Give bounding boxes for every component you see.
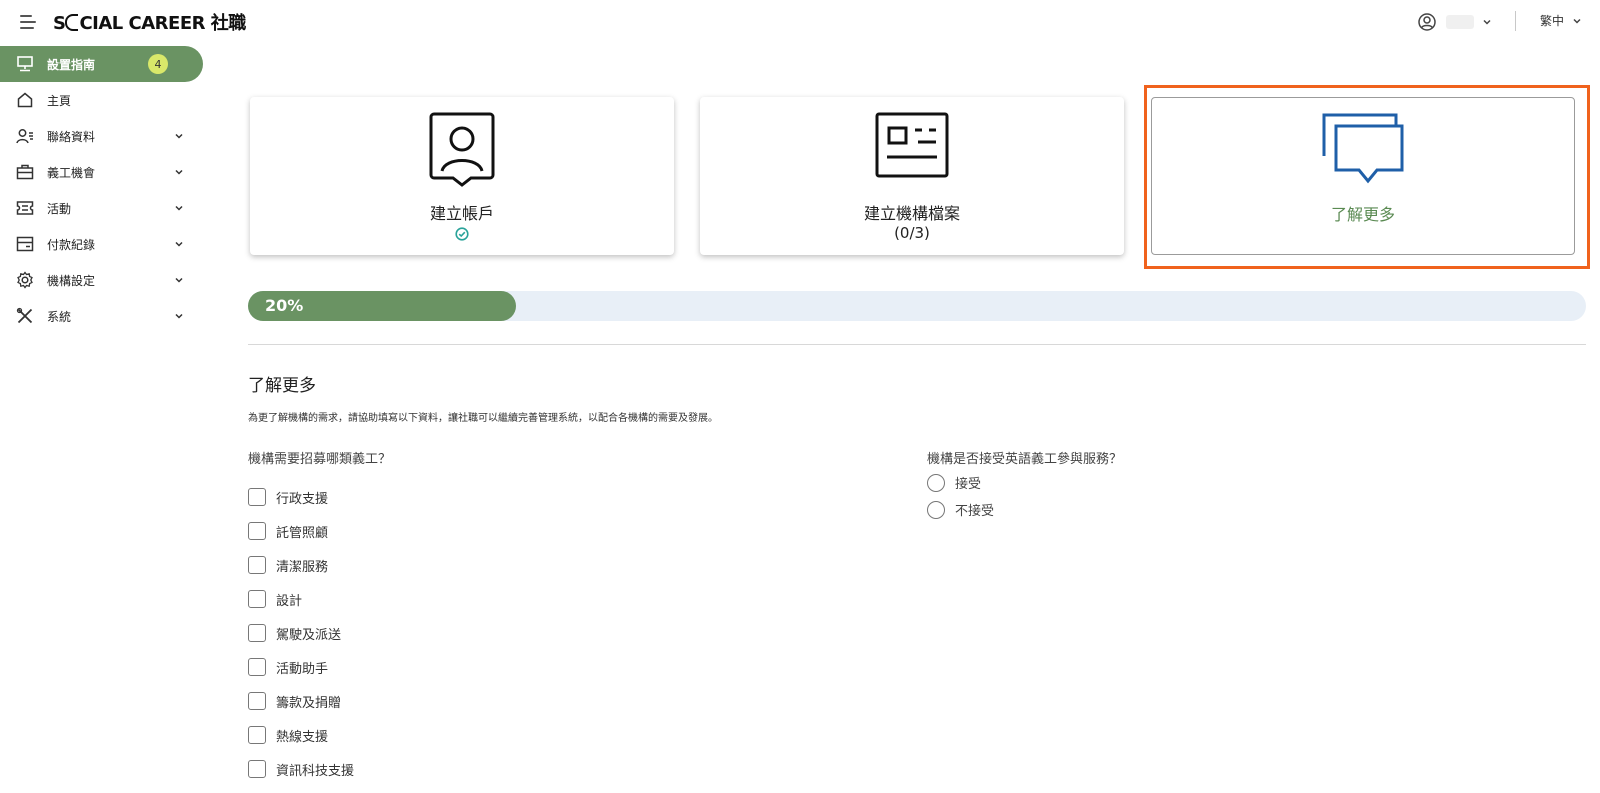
chat-icon <box>1322 113 1404 184</box>
sidebar-item-label: 活動 <box>47 201 72 216</box>
card-progress-count: (0/3) <box>894 224 930 242</box>
divider <box>248 344 1586 345</box>
checkbox-option[interactable]: 巿場推廣 <box>248 786 354 793</box>
question-volunteer-types: 機構需要招募哪類義工？ <box>248 452 392 467</box>
checkbox-label: 籌款及捐贈 <box>276 695 342 711</box>
header-divider <box>1515 11 1516 31</box>
profile-card-icon <box>875 112 949 178</box>
checkbox[interactable] <box>248 726 266 744</box>
briefcase-icon <box>16 163 34 181</box>
checkbox-label: 託管照顧 <box>276 525 329 541</box>
checkbox[interactable] <box>248 692 266 710</box>
contacts-icon <box>16 127 34 145</box>
gear-icon <box>16 271 34 289</box>
checkbox-option[interactable]: 清潔服務 <box>248 548 354 582</box>
setup-progress-bar: 20% <box>248 291 1586 321</box>
ticket-icon <box>16 199 34 217</box>
logo[interactable]: S CIAL CAREER 社職 <box>53 9 246 35</box>
radio-label: 不接受 <box>955 504 995 519</box>
sidebar-item-label: 機構設定 <box>47 273 96 288</box>
checkbox[interactable] <box>248 760 266 778</box>
account-icon <box>429 112 495 187</box>
radio-label: 接受 <box>955 477 982 492</box>
checkbox-option[interactable]: 設計 <box>248 582 354 616</box>
radio-option[interactable]: 接受 <box>927 469 994 496</box>
checkbox-option[interactable]: 熱線支援 <box>248 718 354 752</box>
user-menu[interactable] <box>1418 10 1492 34</box>
checkbox-label: 駕駛及派送 <box>276 627 342 643</box>
checkbox-option[interactable]: 託管照顧 <box>248 514 354 548</box>
sidebar-item-label: 付款紀錄 <box>47 237 96 252</box>
sidebar-item-home[interactable]: 主頁 <box>0 82 205 118</box>
chevron-down-icon <box>175 277 183 283</box>
checkbox[interactable] <box>248 488 266 506</box>
sidebar-item-label: 聯絡資料 <box>47 129 96 144</box>
sidebar-item-label: 義工機會 <box>47 165 96 180</box>
checkbox[interactable] <box>248 556 266 574</box>
sidebar-item-label: 主頁 <box>47 93 72 108</box>
sidebar-item-org-settings[interactable]: 機構設定 <box>0 262 205 298</box>
chevron-down-icon <box>1573 18 1581 24</box>
sidebar-item-system[interactable]: 系統 <box>0 298 205 334</box>
card-label: 了解更多 <box>1330 205 1395 224</box>
chevron-down-icon <box>1483 19 1491 25</box>
sidebar-item-contacts[interactable]: 聯絡資料 <box>0 118 205 154</box>
sidebar-item-label: 系統 <box>47 309 72 324</box>
user-avatar-icon <box>1418 13 1436 31</box>
chevron-down-icon <box>175 169 183 175</box>
section-description: 為更了解機構的需求，請協助填寫以下資料，讓社職可以繼續完善管理系統，以配合各機構… <box>248 413 718 424</box>
card-label: 建立機構檔案 <box>863 204 960 223</box>
checkbox-option[interactable]: 資訊科技支援 <box>248 752 354 786</box>
sidebar-item-events[interactable]: 活動 <box>0 190 205 226</box>
sidebar-item-volunteer-opportunities[interactable]: 義工機會 <box>0 154 205 190</box>
chevron-down-icon <box>175 205 183 211</box>
checkbox-option[interactable]: 籌款及捐贈 <box>248 684 354 718</box>
checkbox-option[interactable]: 駕駛及派送 <box>248 616 354 650</box>
volunteer-type-checkbox-list: 行政支援託管照顧清潔服務設計駕駛及派送活動助手籌款及捐贈熱線支援資訊科技支援巿場… <box>248 480 354 793</box>
progress-fill: 20% <box>248 291 516 321</box>
language-label: 繁中 <box>1540 14 1565 28</box>
checkbox-label: 熱線支援 <box>276 729 329 745</box>
checkbox-label: 活動助手 <box>276 661 329 677</box>
sidebar-item-setup-guide[interactable]: 設置指南 4 <box>0 46 203 82</box>
chevron-down-icon <box>175 133 183 139</box>
english-volunteer-radio-group: 接受 不接受 <box>927 469 994 523</box>
count-badge: 4 <box>148 54 168 74</box>
menu-icon[interactable] <box>18 12 38 32</box>
sidebar-item-payments[interactable]: 付款紀錄 <box>0 226 205 262</box>
checkbox[interactable] <box>248 658 266 676</box>
language-selector[interactable]: 繁中 <box>1540 12 1582 29</box>
checkbox[interactable] <box>248 624 266 642</box>
home-icon <box>16 91 34 109</box>
checkbox-option[interactable]: 活動助手 <box>248 650 354 684</box>
radio-option[interactable]: 不接受 <box>927 496 994 523</box>
radio-button[interactable] <box>927 500 945 519</box>
checkbox-label: 設計 <box>276 593 303 609</box>
card-label: 建立帳戶 <box>429 204 494 223</box>
sidebar: 設置指南 4 主頁 聯絡資料 義工機會 活動 付款紀錄 機構設定 系統 <box>0 46 205 334</box>
chevron-down-icon <box>175 241 183 247</box>
step-card-learn-more[interactable]: 了解更多 <box>1151 97 1575 255</box>
checkbox-option[interactable]: 行政支援 <box>248 480 354 514</box>
chevron-down-icon <box>175 313 183 319</box>
section-title: 了解更多 <box>248 376 316 396</box>
check-circle-icon <box>455 227 469 241</box>
logo-o-mark <box>65 14 79 31</box>
progress-label: 20% <box>265 296 304 315</box>
username-redacted <box>1446 15 1474 29</box>
checkbox-label: 清潔服務 <box>276 559 329 575</box>
monitor-icon <box>16 55 34 73</box>
checkbox-label: 行政支援 <box>276 491 329 507</box>
app-header: S CIAL CAREER 社職 繁中 <box>0 0 1600 44</box>
checkbox[interactable] <box>248 590 266 608</box>
sidebar-item-label: 設置指南 <box>47 57 96 72</box>
step-card-create-org-profile[interactable]: 建立機構檔案 (0/3) <box>700 97 1124 255</box>
radio-button[interactable] <box>927 473 945 492</box>
tools-icon <box>16 307 34 325</box>
checkbox-label: 資訊科技支援 <box>276 763 355 779</box>
question-english-volunteers: 機構是否接受英語義工參與服務？ <box>927 452 1123 467</box>
step-card-create-account[interactable]: 建立帳戶 <box>250 97 674 255</box>
checkbox[interactable] <box>248 522 266 540</box>
wallet-icon <box>16 235 34 253</box>
